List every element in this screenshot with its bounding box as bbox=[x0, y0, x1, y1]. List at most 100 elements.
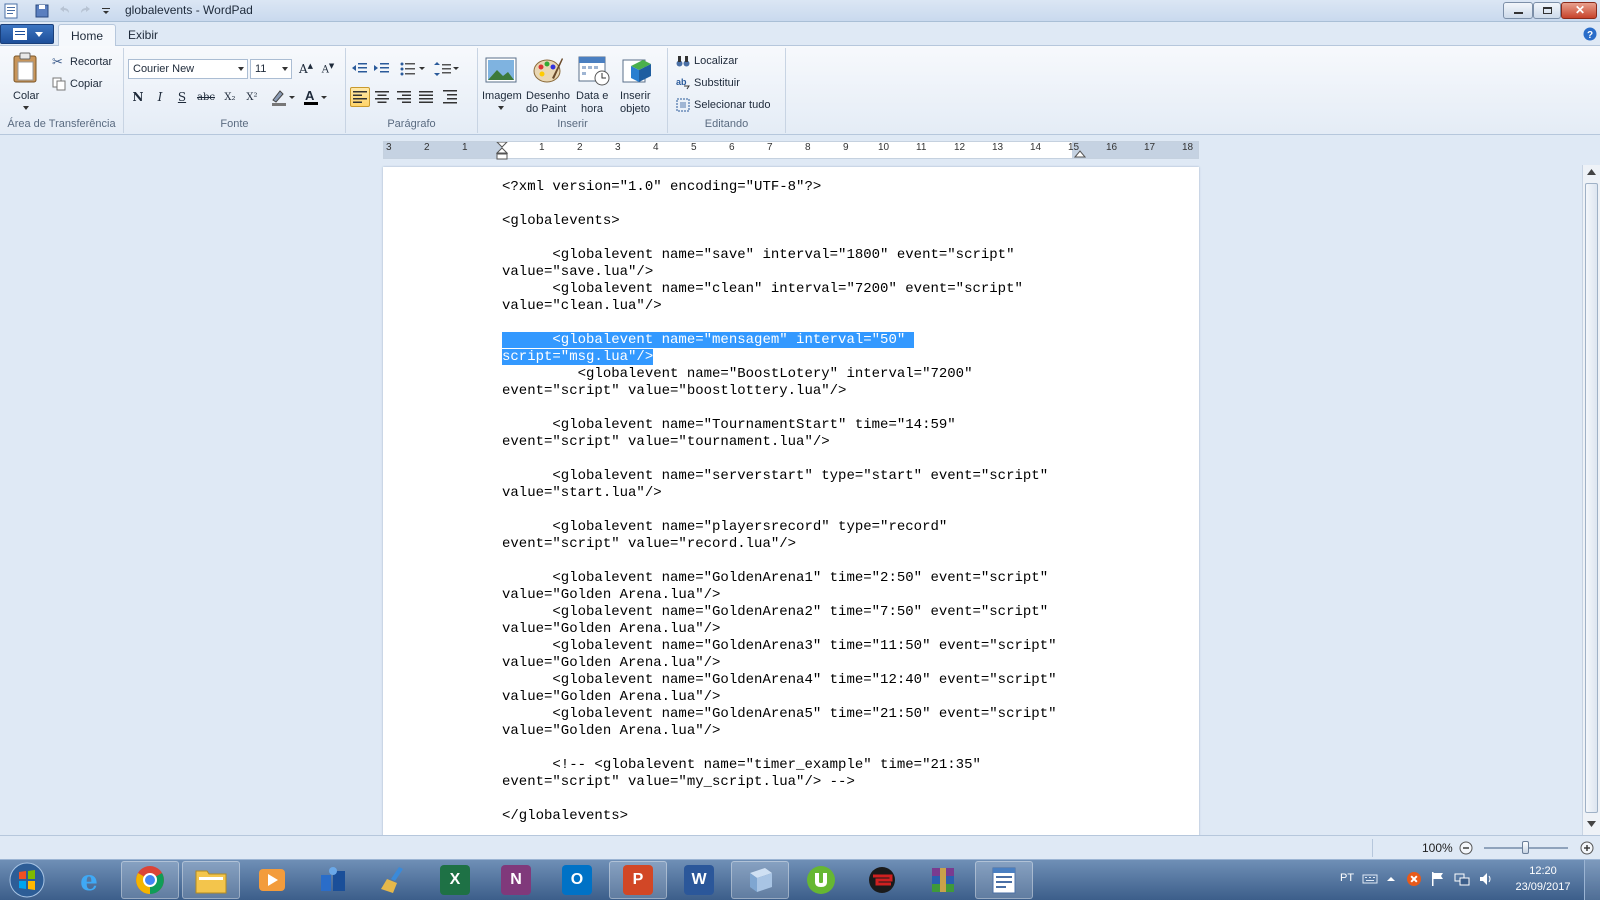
taskbar-media-player[interactable] bbox=[243, 861, 301, 899]
align-center-button[interactable] bbox=[372, 87, 392, 107]
paragraph-settings-button[interactable] bbox=[440, 87, 460, 107]
taskbar-chrome[interactable] bbox=[121, 861, 179, 899]
scroll-up-icon[interactable] bbox=[1587, 169, 1596, 175]
taskbar-powerpoint[interactable]: P bbox=[609, 861, 667, 899]
paragraph-group-label: Parágrafo bbox=[387, 118, 436, 130]
taskbar-onenote[interactable]: N bbox=[487, 861, 545, 899]
title-bar: globalevents - WordPad ✕ bbox=[0, 0, 1600, 22]
taskbar-virtualbox[interactable] bbox=[731, 861, 789, 899]
system-clock[interactable]: 12:20 23/09/2017 bbox=[1508, 863, 1578, 895]
undo-icon[interactable] bbox=[56, 3, 72, 19]
help-icon[interactable]: ? bbox=[1583, 27, 1597, 41]
cut-button[interactable]: ✂ Recortar bbox=[52, 54, 122, 72]
superscript-button[interactable]: X² bbox=[242, 87, 262, 107]
document-text[interactable]: <?xml version="1.0" encoding="UTF-8"?> <… bbox=[502, 179, 1142, 825]
paste-label: Colar bbox=[13, 90, 40, 102]
replace-icon: ab bbox=[676, 77, 690, 90]
taskbar-outlook[interactable]: O bbox=[548, 861, 606, 899]
vertical-scrollbar[interactable] bbox=[1582, 165, 1600, 835]
indent-marker-icon[interactable] bbox=[496, 142, 508, 160]
taskbar-cleaner-app[interactable] bbox=[365, 861, 423, 899]
selected-text-line2[interactable]: script="msg.lua"/> bbox=[502, 349, 654, 365]
align-left-button[interactable] bbox=[350, 87, 370, 107]
replace-label: Substituir bbox=[694, 77, 740, 89]
font-size-select[interactable]: 11 bbox=[250, 59, 292, 79]
taskbar-utorrent[interactable] bbox=[792, 861, 850, 899]
restore-button[interactable] bbox=[1533, 2, 1561, 19]
highlight-button[interactable] bbox=[268, 87, 298, 107]
paragraph-group: Parágrafo bbox=[346, 48, 478, 133]
virtualbox-icon bbox=[750, 868, 772, 892]
line-spacing-button[interactable] bbox=[432, 59, 462, 79]
bullet-list-icon bbox=[400, 62, 425, 76]
quick-access-dropdown-icon[interactable] bbox=[98, 3, 114, 19]
subscript-button[interactable]: X₂ bbox=[220, 87, 240, 107]
ruler-tick: 18 bbox=[1182, 142, 1194, 153]
right-indent-marker-icon[interactable] bbox=[1074, 148, 1086, 158]
network-icon[interactable] bbox=[1454, 871, 1470, 887]
bullets-button[interactable] bbox=[398, 59, 428, 79]
redo-icon[interactable] bbox=[78, 3, 94, 19]
underline-button[interactable]: S bbox=[172, 87, 192, 107]
select-all-button[interactable]: Selecionar tudo bbox=[676, 97, 784, 115]
strikethrough-button[interactable]: abc bbox=[196, 87, 216, 107]
ruler-tick: 13 bbox=[992, 142, 1004, 153]
start-button[interactable] bbox=[2, 861, 52, 899]
volume-icon[interactable] bbox=[1478, 871, 1494, 887]
insert-image-button[interactable]: Imagem bbox=[480, 50, 522, 114]
taskbar-network-app[interactable] bbox=[304, 861, 362, 899]
taskbar-internet-explorer[interactable]: e bbox=[60, 861, 118, 899]
status-bar: 100% bbox=[0, 835, 1600, 859]
security-alert-icon[interactable] bbox=[1406, 871, 1422, 887]
paste-button[interactable]: Colar bbox=[6, 50, 46, 114]
decrease-indent-button[interactable] bbox=[350, 59, 370, 79]
close-button[interactable]: ✕ bbox=[1561, 2, 1597, 19]
insert-object-button[interactable]: Inserir objeto bbox=[616, 50, 658, 116]
language-indicator[interactable]: PT bbox=[1340, 872, 1354, 884]
select-all-icon bbox=[676, 98, 690, 112]
taskbar: e X N O P W PT 12:20 23/09/2017 bbox=[0, 859, 1600, 900]
scroll-down-icon[interactable] bbox=[1587, 821, 1596, 827]
show-hidden-icons-icon[interactable] bbox=[1386, 874, 1396, 884]
increase-indent-button[interactable] bbox=[372, 59, 392, 79]
justify-button[interactable] bbox=[416, 87, 436, 107]
save-icon[interactable] bbox=[34, 3, 50, 19]
font-color-button[interactable]: A bbox=[300, 87, 330, 107]
ruler[interactable]: 3 2 1 1 2 3 4 5 6 7 8 9 10 11 12 13 14 1… bbox=[383, 141, 1199, 160]
taskbar-winrar[interactable] bbox=[914, 861, 972, 899]
selected-text-line1[interactable]: <globalevent name="mensagem" interval="5… bbox=[502, 332, 914, 348]
tab-home[interactable]: Home bbox=[58, 24, 117, 46]
paint-label-line1: Desenho bbox=[526, 90, 571, 102]
tab-exibir[interactable]: Exibir bbox=[116, 24, 170, 46]
action-center-flag-icon[interactable] bbox=[1430, 871, 1446, 887]
grow-font-button[interactable]: A▲ bbox=[296, 59, 316, 79]
show-desktop-button[interactable] bbox=[1584, 860, 1600, 900]
document-page[interactable]: <?xml version="1.0" encoding="UTF-8"?> <… bbox=[383, 167, 1199, 835]
date-time-button[interactable]: Data e hora bbox=[574, 50, 614, 116]
zoom-in-icon[interactable] bbox=[1580, 841, 1594, 855]
keyboard-icon[interactable] bbox=[1362, 872, 1378, 886]
wordpad-app-icon[interactable] bbox=[3, 3, 19, 19]
font-family-select[interactable]: Courier New bbox=[128, 59, 248, 79]
taskbar-word[interactable]: W bbox=[670, 861, 728, 899]
decrease-indent-icon bbox=[352, 63, 367, 73]
minimize-button[interactable] bbox=[1503, 2, 1533, 19]
shrink-font-button[interactable]: A▼ bbox=[318, 59, 338, 79]
replace-button[interactable]: ab Substituir bbox=[676, 75, 776, 93]
italic-button[interactable]: I bbox=[150, 87, 170, 107]
file-menu-button[interactable] bbox=[0, 24, 54, 44]
align-right-button[interactable] bbox=[394, 87, 414, 107]
internet-explorer-icon: e bbox=[80, 863, 98, 897]
taskbar-excel[interactable]: X bbox=[426, 861, 484, 899]
copy-button[interactable]: Copiar bbox=[52, 76, 122, 94]
zoom-slider-thumb[interactable] bbox=[1522, 841, 1529, 854]
zoom-out-icon[interactable] bbox=[1459, 841, 1473, 855]
taskbar-wordpad[interactable] bbox=[975, 861, 1033, 899]
find-button[interactable]: Localizar bbox=[676, 53, 776, 71]
taskbar-game-client[interactable] bbox=[853, 861, 911, 899]
scrollbar-thumb[interactable] bbox=[1585, 183, 1598, 813]
taskbar-file-explorer[interactable] bbox=[182, 861, 240, 899]
image-icon bbox=[485, 57, 517, 83]
bold-button[interactable]: N bbox=[128, 87, 148, 107]
paint-drawing-button[interactable]: Desenho do Paint bbox=[524, 50, 572, 116]
